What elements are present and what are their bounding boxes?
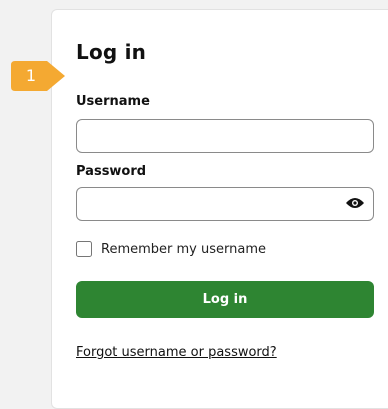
step-badge-number: 1	[25, 66, 37, 85]
username-input[interactable]	[76, 119, 374, 153]
password-input[interactable]	[76, 187, 374, 221]
page-title: Log in	[76, 40, 147, 64]
eye-icon[interactable]	[345, 196, 365, 210]
login-button[interactable]: Log in	[76, 281, 374, 318]
remember-row: Remember my username	[76, 239, 266, 259]
forgot-credentials-link[interactable]: Forgot username or password?	[76, 345, 277, 360]
remember-checkbox[interactable]	[76, 241, 92, 257]
password-label: Password	[76, 164, 147, 179]
step-badge: 1	[9, 59, 67, 93]
username-label: Username	[76, 94, 150, 109]
remember-label[interactable]: Remember my username	[101, 242, 266, 257]
